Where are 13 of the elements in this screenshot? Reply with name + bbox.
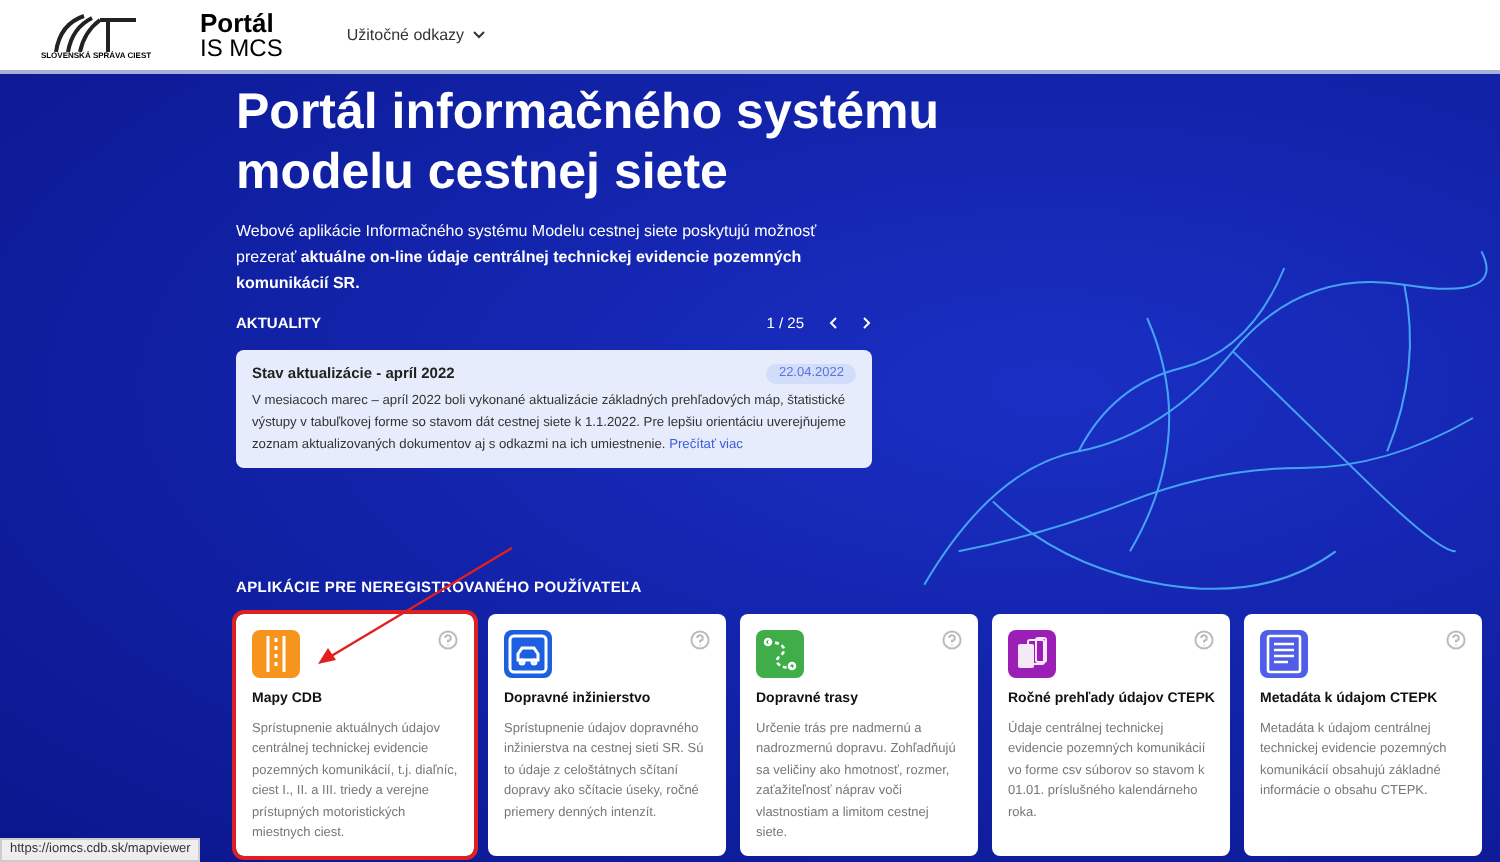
previous-icon[interactable] [828,316,838,331]
hero-description: Webové aplikácie Informačného systému Modelu cestnej siete poskytujú možnosť prezerať aktuálne on-line údaje centrálnej technickej evidencie pozemných komunikácií SR. [236,220,819,296]
hero-title: Portál informačného systému modelu cestnej siete [236,82,941,202]
brand-title: Portál [200,10,276,36]
next-icon[interactable] [862,316,872,331]
brand-subtitle: IS MCS [200,36,283,60]
help-icon[interactable] [690,630,710,650]
useful-links-menu[interactable]: Užitočné odkazy [346,23,487,47]
help-icon[interactable] [1194,630,1214,650]
help-icon[interactable] [438,630,458,650]
help-icon[interactable] [1446,630,1466,650]
help-icon[interactable] [942,630,962,650]
chevron-down-icon [472,30,487,40]
